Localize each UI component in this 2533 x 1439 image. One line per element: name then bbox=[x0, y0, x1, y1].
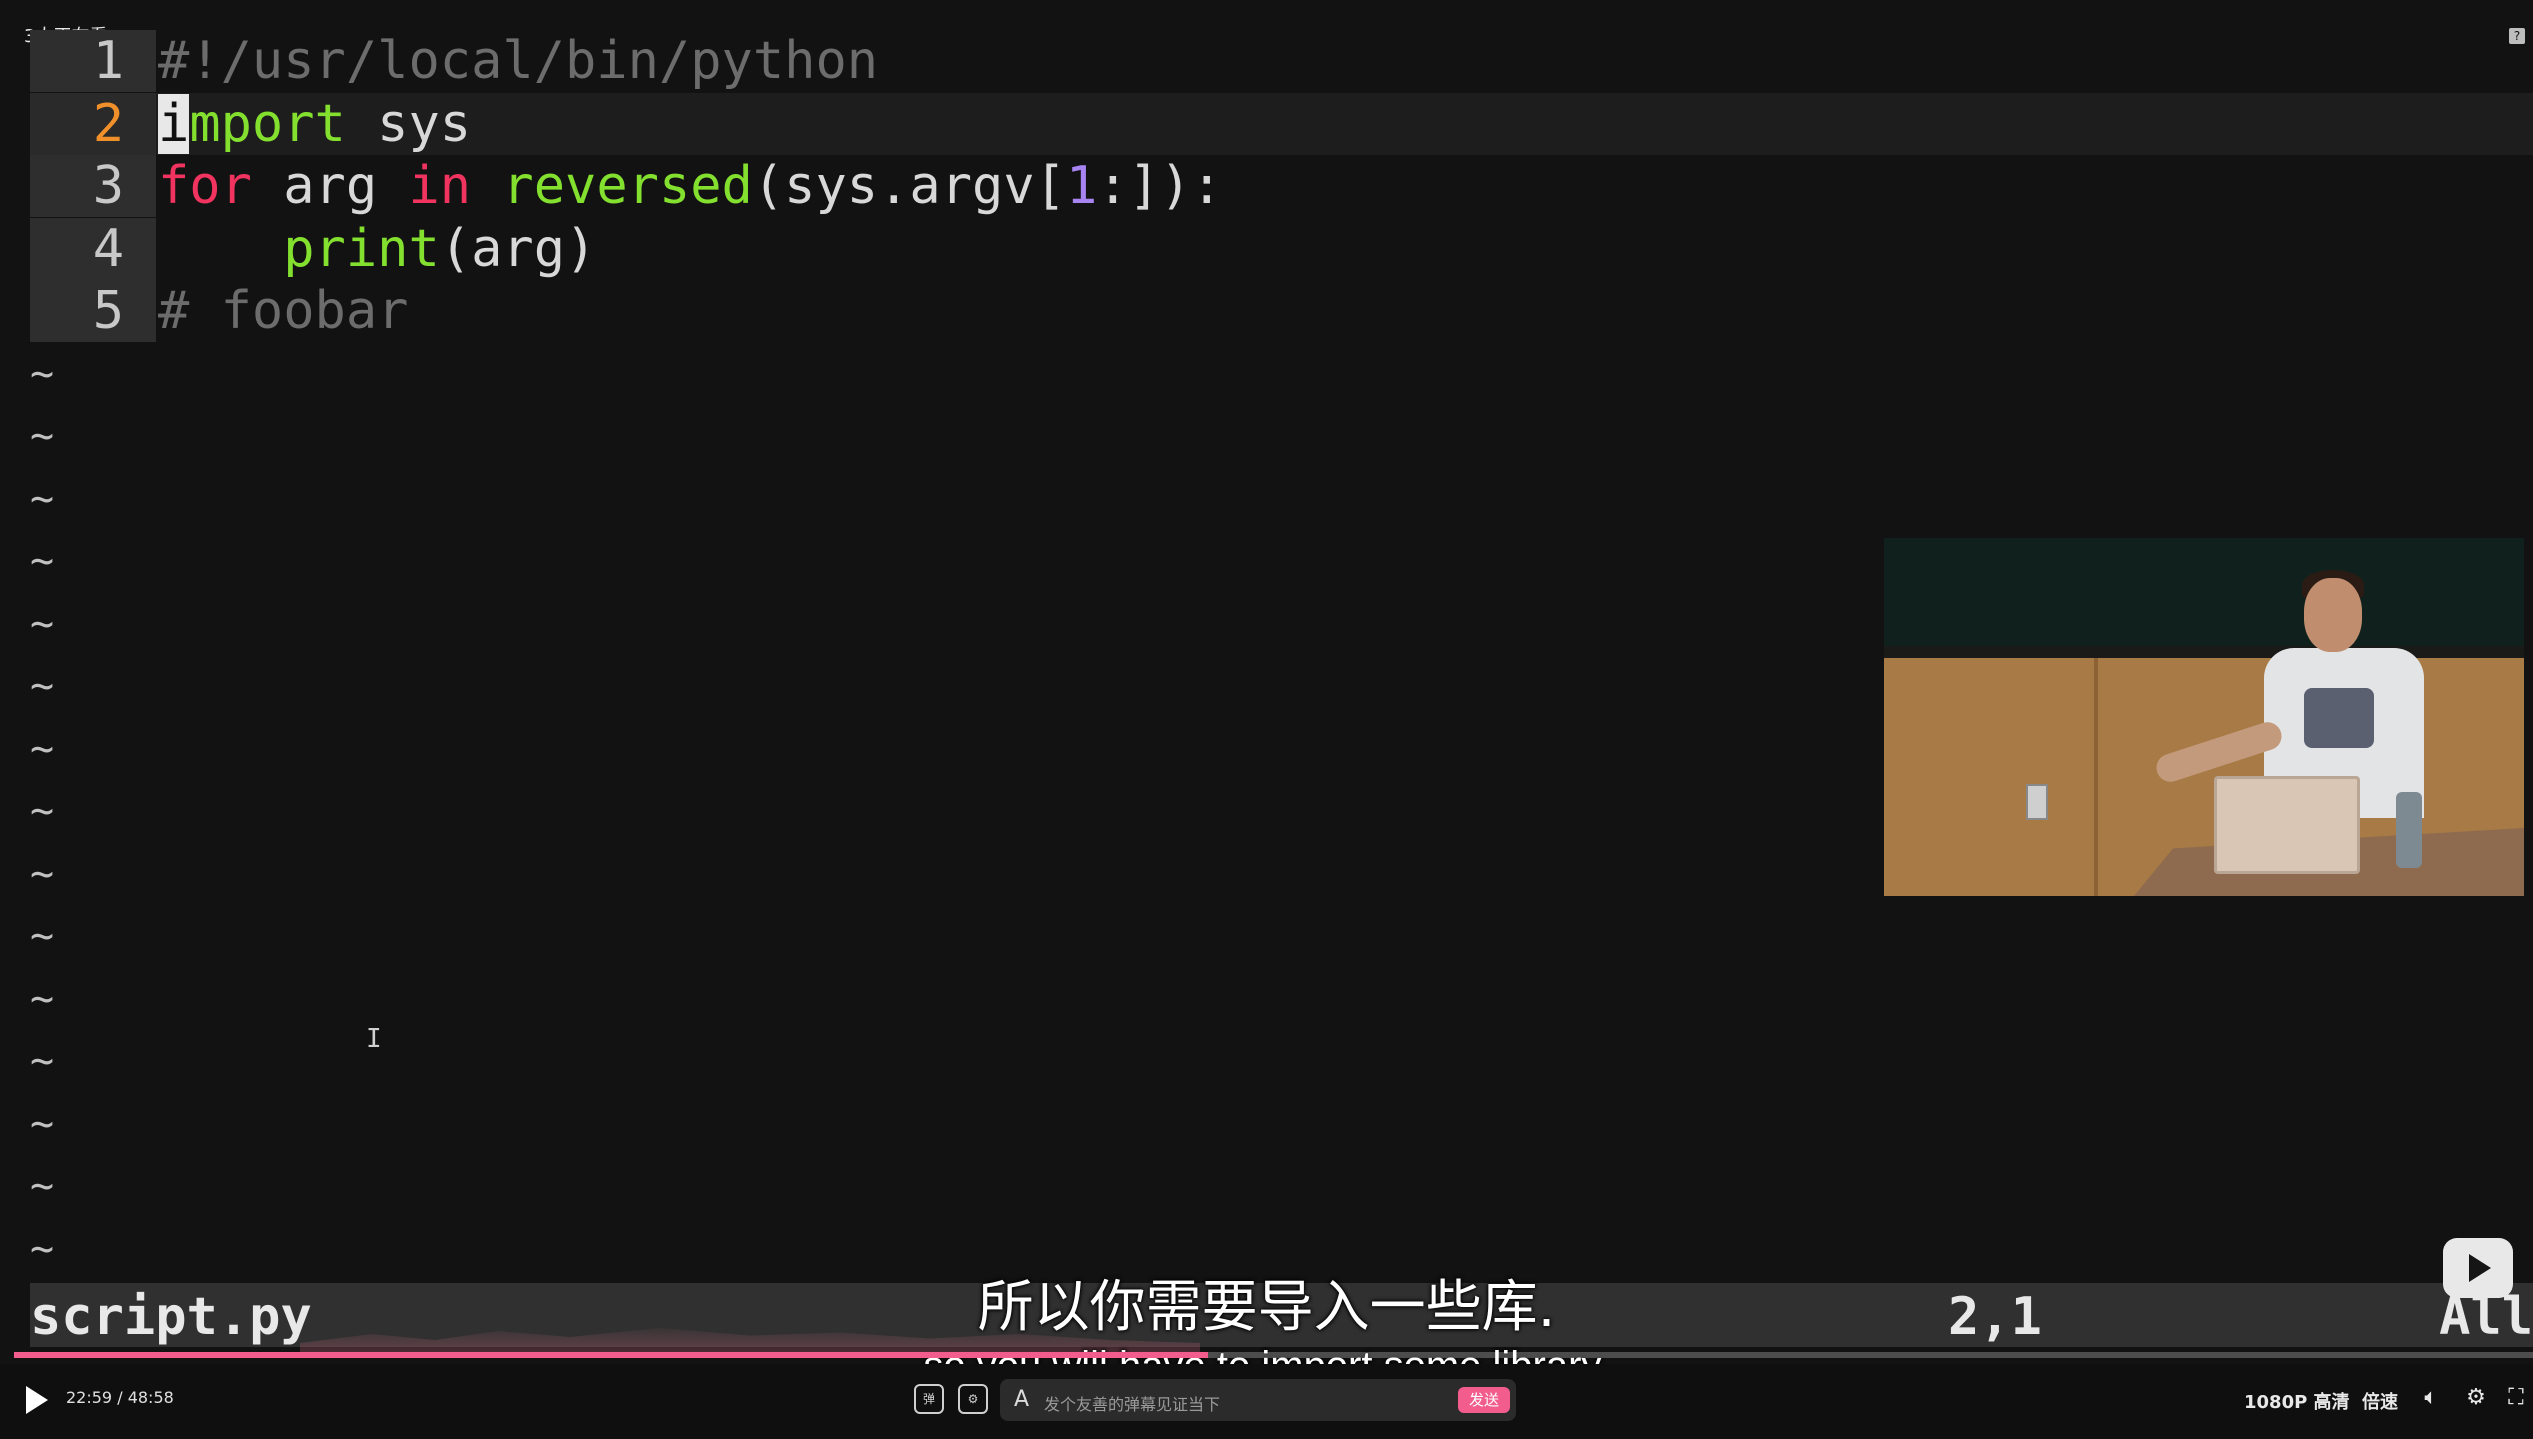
progress-bar[interactable] bbox=[14, 1352, 2533, 1358]
code-token: 1 bbox=[1065, 156, 1098, 216]
code-line: 5 # foobar bbox=[30, 280, 2533, 342]
empty-line-tilde: ~ bbox=[30, 788, 55, 834]
code-line: 1 #!/usr/local/bin/python bbox=[30, 30, 2533, 92]
code-token: :]): bbox=[1097, 156, 1223, 216]
danmaku-toggle-icon[interactable]: 弹 bbox=[914, 1384, 944, 1414]
speed-selector[interactable]: 倍速 bbox=[2362, 1388, 2398, 1414]
empty-line-tilde: ~ bbox=[30, 413, 55, 459]
send-danmaku-button[interactable]: 发送 bbox=[1458, 1387, 1510, 1413]
lecturer-video-inset bbox=[1884, 538, 2524, 896]
empty-line-tilde: ~ bbox=[30, 1163, 55, 1209]
playback-time: 22:59 / 48:58 bbox=[66, 1388, 174, 1407]
danmaku-settings-icon[interactable]: ⚙ bbox=[958, 1384, 988, 1414]
line-number: 4 bbox=[30, 217, 156, 280]
progress-bar-fill bbox=[14, 1352, 1208, 1358]
code-text: import sys bbox=[158, 93, 471, 155]
volume-icon[interactable]: 🔈︎ bbox=[2417, 1384, 2445, 1412]
code-token: #!/usr/local/bin/python bbox=[158, 31, 879, 91]
block-cursor: i bbox=[158, 93, 190, 154]
empty-line-tilde: ~ bbox=[30, 850, 55, 897]
code-token: mport bbox=[189, 93, 346, 154]
line-number: 3 bbox=[30, 155, 156, 217]
empty-line-tilde: ~ bbox=[30, 725, 55, 772]
fullscreen-icon[interactable]: ⛶ bbox=[2502, 1384, 2530, 1412]
code-token: # foobar bbox=[158, 281, 409, 341]
subtitle-chinese: 所以你需要导入一些库. bbox=[977, 1275, 1556, 1340]
code-line: 2 import sys bbox=[30, 92, 2533, 155]
code-text: print(arg) bbox=[158, 218, 596, 280]
settings-gear-icon[interactable]: ⚙ bbox=[2462, 1384, 2490, 1412]
code-line: 3 for arg in reversed(sys.argv[1:]): bbox=[30, 155, 2533, 217]
empty-line-tilde: ~ bbox=[30, 538, 55, 584]
empty-line-tilde: ~ bbox=[30, 913, 55, 959]
code-token: for bbox=[158, 156, 252, 216]
time-separator: / bbox=[117, 1388, 123, 1407]
text-cursor-icon: I bbox=[366, 1024, 382, 1054]
danmaku-input[interactable]: 发个友善的弹幕见证当下 bbox=[1044, 1391, 1220, 1415]
empty-line-tilde: ~ bbox=[30, 975, 55, 1022]
line-number: 5 bbox=[30, 280, 156, 342]
code-text: #!/usr/local/bin/python bbox=[158, 30, 878, 92]
code-token: arg bbox=[251, 156, 409, 216]
empty-line-tilde: ~ bbox=[30, 475, 55, 522]
current-time: 22:59 bbox=[66, 1388, 113, 1407]
code-line: 4 print(arg) bbox=[30, 217, 2533, 280]
code-token: print bbox=[283, 218, 440, 279]
code-text: for arg in reversed(sys.argv[1:]): bbox=[158, 155, 1222, 217]
code-token: reversed bbox=[502, 156, 753, 216]
empty-line-tilde: ~ bbox=[30, 1100, 55, 1147]
empty-line-tilde: ~ bbox=[30, 600, 55, 647]
player-control-bar: 22:59 / 48:58 弹 ⚙ A 发个友善的弹幕见证当下 发送 1080P… bbox=[0, 1364, 2533, 1439]
line-number: 2 bbox=[30, 92, 156, 155]
line-number: 1 bbox=[30, 30, 156, 92]
code-token: (arg) bbox=[439, 218, 597, 279]
code-token: (sys.argv[ bbox=[752, 156, 1066, 216]
code-text: # foobar bbox=[158, 280, 408, 342]
danmaku-input-box[interactable]: A 发个友善的弹幕见证当下 发送 bbox=[1000, 1379, 1516, 1421]
duration: 48:58 bbox=[127, 1388, 174, 1407]
code-token: in bbox=[408, 156, 472, 216]
empty-line-tilde: ~ bbox=[30, 663, 55, 709]
quality-selector[interactable]: 1080P 高清 bbox=[2244, 1388, 2350, 1414]
play-icon[interactable] bbox=[26, 1386, 48, 1414]
code-token: sys bbox=[345, 93, 472, 154]
bilibili-tv-logo-icon bbox=[2443, 1238, 2513, 1298]
empty-line-tilde: ~ bbox=[30, 350, 55, 397]
empty-line-tilde: ~ bbox=[30, 1038, 55, 1084]
video-player[interactable]: 3人正在看 ? 1#!/usr/local/bin/python2import … bbox=[0, 0, 2533, 1439]
danmaku-style-icon[interactable]: A bbox=[1014, 1387, 1029, 1412]
